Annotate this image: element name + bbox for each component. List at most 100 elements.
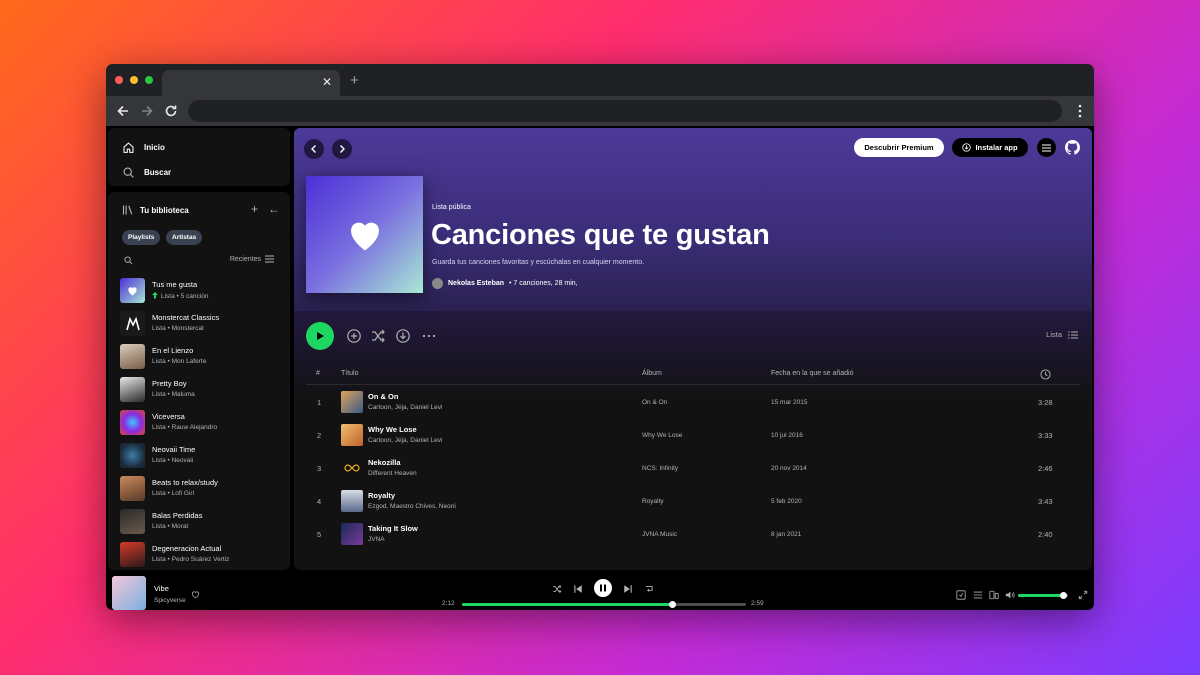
track-artist[interactable]: Cartoon, Jéja, Daniel Levi (368, 437, 442, 444)
browser-tab[interactable]: ✕ (162, 70, 340, 96)
fullscreen-icon[interactable] (1078, 590, 1088, 600)
track-title[interactable]: Nekozilla (368, 458, 401, 467)
owner-name[interactable]: Nekolas Esteban (448, 280, 504, 287)
add-icon[interactable]: + (251, 203, 258, 215)
track-album[interactable]: On & On (642, 399, 667, 406)
shuffle-icon[interactable] (552, 584, 562, 594)
add-circle-icon[interactable] (346, 328, 362, 344)
table-row[interactable]: 2 Why We Lose Cartoon, Jéja, Daniel Levi… (306, 421, 1080, 451)
library-search-icon[interactable] (124, 256, 133, 265)
queue-icon[interactable] (973, 590, 983, 600)
row-number: 5 (317, 530, 322, 539)
main-panel: Descubrir Premium Instalar app Lista púb… (294, 128, 1092, 570)
menu-button[interactable] (1037, 138, 1056, 157)
chip-artists[interactable]: Artistas (166, 230, 203, 245)
track-album[interactable]: NCS: Infinity (642, 465, 678, 472)
track-album[interactable]: JVNA Music (642, 531, 677, 538)
track-artist[interactable]: Cartoon, Jéja, Daniel Levi (368, 404, 442, 411)
library-thumb (120, 377, 145, 402)
previous-track-icon[interactable] (573, 584, 583, 594)
play-icon (317, 332, 324, 340)
table-row[interactable]: 1 On & On Cartoon, Jéja, Daniel Levi On … (306, 388, 1080, 418)
address-bar[interactable] (188, 100, 1062, 122)
volume-slider[interactable] (1018, 592, 1068, 599)
progress-bar[interactable] (462, 601, 746, 608)
library-item[interactable]: Beats to relax/study Lista • Lofi Girl (120, 476, 288, 502)
forward-button[interactable] (332, 139, 352, 159)
now-playing-thumb[interactable] (112, 576, 146, 610)
table-row[interactable]: 3 Nekozilla Different Heaven NCS: Infini… (306, 454, 1080, 484)
track-album[interactable]: Royalty (642, 498, 664, 505)
new-tab-icon[interactable]: + (350, 73, 359, 88)
like-heart-icon[interactable] (191, 590, 200, 599)
connect-device-icon[interactable] (989, 590, 999, 600)
library-item[interactable]: Balas Perdidas Lista • Morat (120, 509, 288, 535)
table-row[interactable]: 4 Royalty Ezgod, Maestro Chives, Neoni R… (306, 487, 1080, 517)
track-thumb (341, 391, 363, 413)
view-toggle[interactable]: Lista (1046, 330, 1078, 339)
heart-icon (128, 286, 137, 296)
track-artist[interactable]: Ezgod, Maestro Chives, Neoni (368, 503, 456, 510)
sort-label: Recientes (229, 255, 261, 263)
github-icon[interactable] (1065, 140, 1080, 155)
owner-avatar[interactable] (432, 278, 443, 289)
track-album[interactable]: Why We Lose (642, 432, 682, 439)
library-header[interactable]: Tu biblioteca (122, 204, 189, 216)
track-title[interactable]: Taking It Slow (368, 524, 418, 533)
volume-handle[interactable] (1059, 592, 1067, 599)
more-options-icon[interactable] (421, 328, 437, 344)
col-header-album[interactable]: Álbum (642, 370, 662, 377)
forward-arrow-icon[interactable] (139, 103, 155, 119)
next-track-icon[interactable] (623, 584, 633, 594)
now-playing-title[interactable]: Vibe (154, 584, 169, 593)
library-title: Tu biblioteca (140, 205, 189, 215)
track-title[interactable]: Why We Lose (368, 425, 417, 434)
library-item-title: Pretty Boy (152, 379, 187, 388)
chip-playlists[interactable]: Playlists (122, 230, 161, 245)
nav-search[interactable]: Buscar (122, 163, 171, 181)
library-item[interactable]: Pretty Boy Lista • Maluma (120, 377, 288, 403)
collapse-arrow-icon[interactable]: ← (268, 203, 280, 215)
library-item[interactable]: Tus me gusta Lista • 5 canción (120, 278, 288, 304)
track-artist[interactable]: JVNA (368, 536, 385, 543)
library-thumb (120, 509, 145, 534)
col-header-date[interactable]: Fecha en la que se añadió (771, 370, 854, 377)
library-item[interactable]: En el Lienzo Lista • Mon Laferte (120, 344, 288, 370)
playlist-stats: • 7 canciones, 28 min, (509, 280, 578, 287)
now-playing-artist[interactable]: Spicyverse (154, 597, 186, 604)
table-row[interactable]: 5 Taking It Slow JVNA JVNA Music 8 jan 2… (306, 520, 1080, 550)
close-window-button[interactable] (115, 76, 123, 84)
track-thumb (341, 424, 363, 446)
nav-home[interactable]: Inicio (122, 138, 165, 156)
library-item[interactable]: Degeneracion Actual Lista • Pedro Suárez… (120, 542, 288, 568)
track-title[interactable]: On & On (368, 392, 398, 401)
back-button[interactable] (304, 139, 324, 159)
library-item-subtitle: Lista • Morat (152, 523, 189, 530)
browser-menu-icon[interactable] (1078, 103, 1082, 119)
shuffle-icon[interactable] (370, 328, 386, 344)
now-playing-view-icon[interactable] (956, 590, 966, 600)
library-thumb (120, 311, 145, 336)
download-icon[interactable] (395, 328, 411, 344)
volume-icon[interactable] (1005, 590, 1015, 600)
col-header-title[interactable]: Título (341, 370, 359, 377)
sort-recents[interactable]: Recientes (230, 255, 274, 263)
repeat-icon[interactable] (644, 584, 654, 594)
minimize-window-button[interactable] (130, 76, 138, 84)
library-item[interactable]: Monstercat Classics Lista • Monstercat (120, 311, 288, 337)
track-artist[interactable]: Different Heaven (368, 470, 417, 477)
maximize-window-button[interactable] (145, 76, 153, 84)
library-item[interactable]: Neovaii Time Lista • Neovaii (120, 443, 288, 469)
discover-premium-button[interactable]: Descubrir Premium (854, 138, 944, 157)
install-app-button[interactable]: Instalar app (952, 138, 1028, 157)
volume-fill (1018, 594, 1063, 597)
track-title[interactable]: Royalty (368, 491, 395, 500)
library-item[interactable]: Viceversa Lista • Rauw Alejandro (120, 410, 288, 436)
reload-icon[interactable] (163, 103, 179, 119)
pause-button[interactable] (594, 579, 612, 597)
library-item-subtitle: Lista • Neovaii (152, 457, 194, 464)
play-button[interactable] (306, 322, 334, 350)
back-arrow-icon[interactable] (115, 103, 131, 119)
progress-handle[interactable] (668, 601, 676, 608)
close-tab-icon[interactable]: ✕ (322, 75, 332, 89)
